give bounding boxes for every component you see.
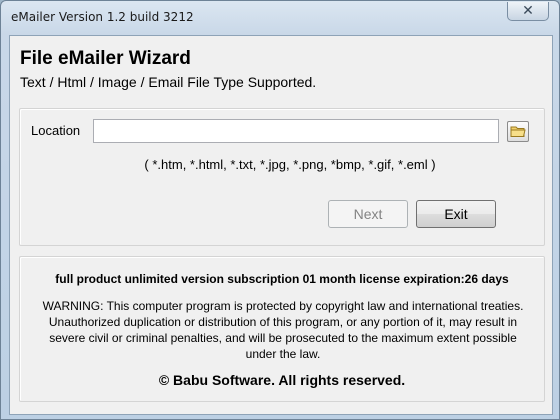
- copyright-warning: WARNING: This computer program is protec…: [42, 299, 524, 361]
- title-bar[interactable]: eMailer Version 1.2 build 3212 ✕: [1, 1, 559, 35]
- exit-button[interactable]: Exit: [416, 200, 496, 228]
- copyright-notice: © Babu Software. All rights reserved.: [158, 372, 406, 388]
- folder-icon: [510, 126, 526, 137]
- browse-button[interactable]: [507, 121, 529, 142]
- license-status: full product unlimited version subscript…: [55, 272, 509, 286]
- wizard-title: File eMailer Wizard: [20, 48, 191, 69]
- supported-extensions-hint: ( *.htm, *.html, *.txt, *.jpg, *.png, *b…: [144, 157, 436, 172]
- close-button[interactable]: ✕: [507, 2, 549, 21]
- next-button[interactable]: Next: [328, 200, 408, 228]
- wizard-client-area: File eMailer Wizard Text / Html / Image …: [9, 35, 553, 415]
- location-panel: Location ( *.htm, *.html, *.txt, *.jpg, …: [19, 108, 545, 246]
- location-label: Location: [31, 123, 81, 138]
- wizard-subtitle: Text / Html / Image / Email File Type Su…: [20, 74, 317, 90]
- location-input[interactable]: [93, 119, 499, 143]
- close-icon: ✕: [522, 3, 534, 19]
- app-window: eMailer Version 1.2 build 3212 ✕ File eM…: [0, 0, 560, 420]
- license-panel: full product unlimited version subscript…: [19, 256, 545, 402]
- window-title: eMailer Version 1.2 build 3212: [11, 10, 194, 24]
